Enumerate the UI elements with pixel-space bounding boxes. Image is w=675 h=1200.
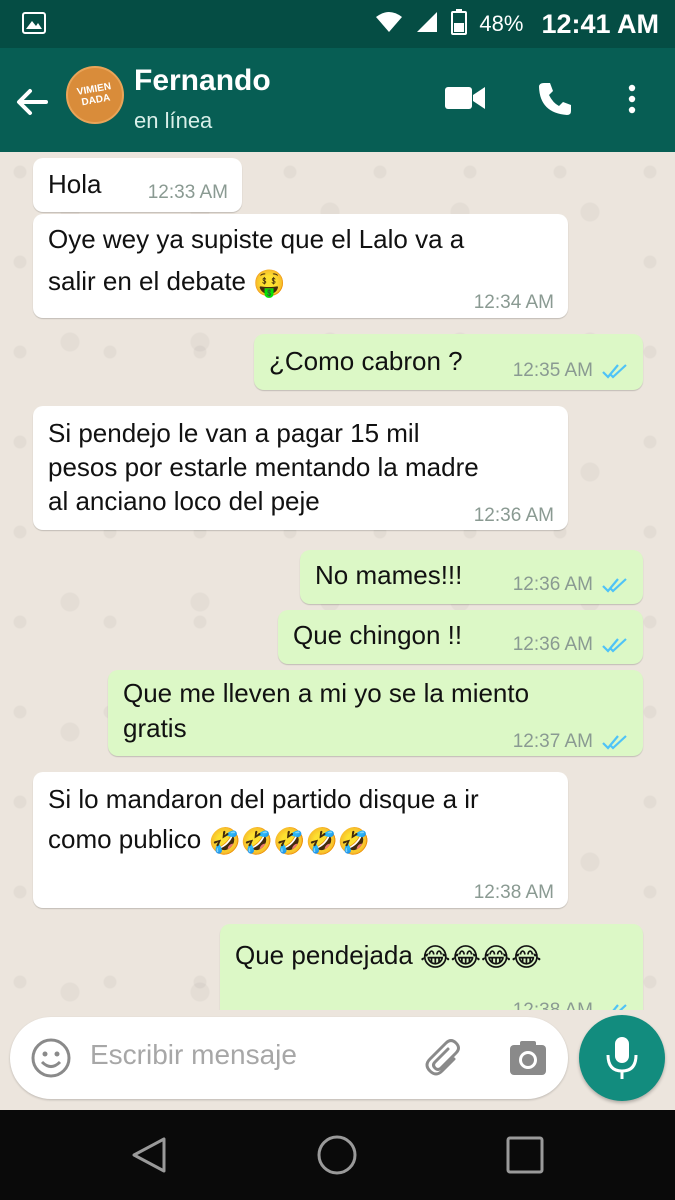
message-text-line: Oye wey ya supiste que el Lalo va a	[48, 224, 465, 254]
message-time: 12:34 AM	[473, 292, 554, 313]
microphone-icon	[606, 1037, 638, 1079]
message-outgoing[interactable]: No mames!!! 12:36 AM	[300, 550, 643, 604]
message-text-line: Si pendejo le van a pagar 15 mil	[48, 418, 420, 448]
message-text: Que pendejada	[235, 940, 413, 970]
back-button[interactable]	[12, 82, 52, 122]
double-check-read-icon	[602, 735, 627, 750]
message-text-line: salir en el debate	[48, 266, 247, 296]
camera-icon	[510, 1041, 546, 1075]
voice-call-button[interactable]	[536, 80, 574, 123]
message-incoming[interactable]: Si lo mandaron del partido disque a ir c…	[33, 772, 568, 908]
gallery-notification-icon	[22, 12, 46, 39]
message-text-line: Si lo mandaron del partido disque a ir	[48, 784, 479, 814]
message-outgoing[interactable]: Que chingon !! 12:36 AM	[278, 610, 643, 664]
home-nav-button[interactable]	[316, 1134, 358, 1181]
message-text-line: al anciano loco del peje	[48, 486, 320, 516]
chat-messages[interactable]: Hola 12:33 AM Oye wey ya supiste que el …	[0, 152, 675, 1010]
paperclip-icon	[425, 1039, 460, 1076]
message-incoming[interactable]: Hola 12:33 AM	[33, 158, 242, 212]
double-check-read-icon	[602, 364, 627, 379]
contact-name[interactable]: Fernando	[134, 64, 271, 98]
tears-of-joy-emoji-group: 😂😂😂😂	[420, 942, 542, 973]
message-time: 12:38 AM	[513, 994, 593, 1010]
video-call-button[interactable]	[444, 80, 486, 121]
camera-button[interactable]	[508, 1039, 548, 1082]
message-time: 12:36 AM	[512, 574, 593, 595]
emoji-button[interactable]	[30, 1037, 72, 1084]
contact-status: en línea	[134, 108, 213, 133]
message-incoming[interactable]: Si pendejo le van a pagar 15 mil pesos p…	[33, 406, 568, 530]
message-text: Que chingon !!	[293, 620, 463, 650]
status-bar: 48% 12:41 AM	[0, 0, 675, 48]
clock: 12:41 AM	[541, 8, 659, 39]
message-composer: Escribir mensaje	[10, 1017, 568, 1099]
rofl-emoji-group: 🤣🤣🤣🤣🤣	[208, 826, 371, 857]
signal-icon	[415, 10, 439, 39]
menu-button[interactable]	[622, 80, 642, 123]
message-time: 12:36 AM	[512, 634, 593, 655]
message-text: No mames!!!	[315, 560, 463, 590]
back-nav-button[interactable]	[128, 1134, 170, 1181]
arrow-left-icon	[17, 89, 48, 115]
battery-percent: 48%	[479, 11, 524, 36]
recents-nav-button[interactable]	[504, 1134, 546, 1181]
message-text: ¿Como cabron ?	[269, 346, 463, 376]
square-recents-icon	[506, 1136, 544, 1174]
message-input[interactable]: Escribir mensaje	[90, 1039, 297, 1071]
video-camera-icon	[445, 87, 485, 109]
double-check-read-icon	[602, 578, 627, 593]
battery-icon	[451, 8, 468, 40]
message-incoming[interactable]: Oye wey ya supiste que el Lalo va a sali…	[33, 214, 568, 318]
message-time: 12:36 AM	[473, 505, 554, 526]
system-navigation-bar	[0, 1110, 675, 1200]
message-text-line: pesos por estarle mentando la madre	[48, 452, 479, 482]
double-check-read-icon	[612, 1004, 627, 1010]
smiley-icon	[31, 1038, 71, 1078]
wifi-icon	[375, 11, 403, 38]
more-vertical-icon	[628, 84, 636, 114]
message-time: 12:37 AM	[512, 731, 593, 752]
message-text: Hola	[48, 169, 102, 199]
chat-header: VIMIEN DADA Fernando en línea	[0, 48, 675, 152]
avatar[interactable]: VIMIEN DADA	[66, 66, 124, 124]
message-time: 12:35 AM	[512, 360, 593, 381]
message-outgoing[interactable]: Que pendejada 😂😂😂😂 12:38 AM	[220, 924, 643, 1010]
avatar-logo-text: VIMIEN DADA	[76, 81, 112, 109]
message-time: 12:38 AM	[473, 882, 554, 903]
message-text-line: Que me lleven a mi yo se la miento	[123, 678, 530, 708]
message-time: 12:33 AM	[147, 182, 228, 203]
triangle-back-icon	[132, 1137, 166, 1173]
message-text-line: gratis	[123, 713, 187, 743]
voice-message-button[interactable]	[579, 1015, 665, 1101]
phone-icon	[539, 83, 571, 115]
money-mouth-emoji: 🤑	[253, 268, 286, 299]
attach-button[interactable]	[424, 1037, 464, 1084]
message-text-line: como publico	[48, 824, 202, 854]
message-outgoing[interactable]: Que me lleven a mi yo se la miento grati…	[108, 670, 643, 756]
circle-home-icon	[317, 1135, 357, 1175]
double-check-read-icon	[602, 638, 627, 653]
message-outgoing[interactable]: ¿Como cabron ? 12:35 AM	[254, 334, 643, 390]
